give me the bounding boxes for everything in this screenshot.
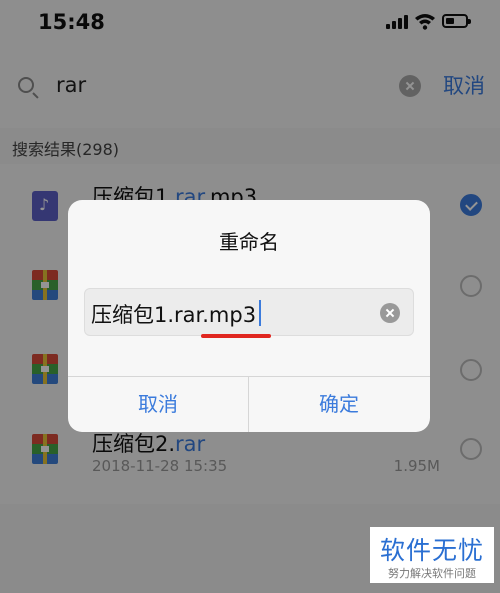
watermark: 软件无忧 努力解决软件问题 [370,527,494,583]
screen: 15:48 取消 搜索结果(298) 压缩包1.rar.mp3 [0,0,500,593]
text-cursor [259,300,261,326]
watermark-subtitle: 努力解决软件问题 [388,567,476,580]
rename-input[interactable] [91,299,371,329]
dialog-confirm-button[interactable]: 确定 [249,377,429,432]
dialog-title: 重命名 [219,230,279,254]
watermark-title: 软件无忧 [379,536,484,565]
dialog-cancel-button[interactable]: 取消 [68,377,248,432]
rename-dialog: 重命名 取消 确定 [68,200,430,432]
clear-input-icon[interactable] [380,303,400,323]
rename-field[interactable] [84,288,414,336]
red-underline-annotation [201,334,271,338]
